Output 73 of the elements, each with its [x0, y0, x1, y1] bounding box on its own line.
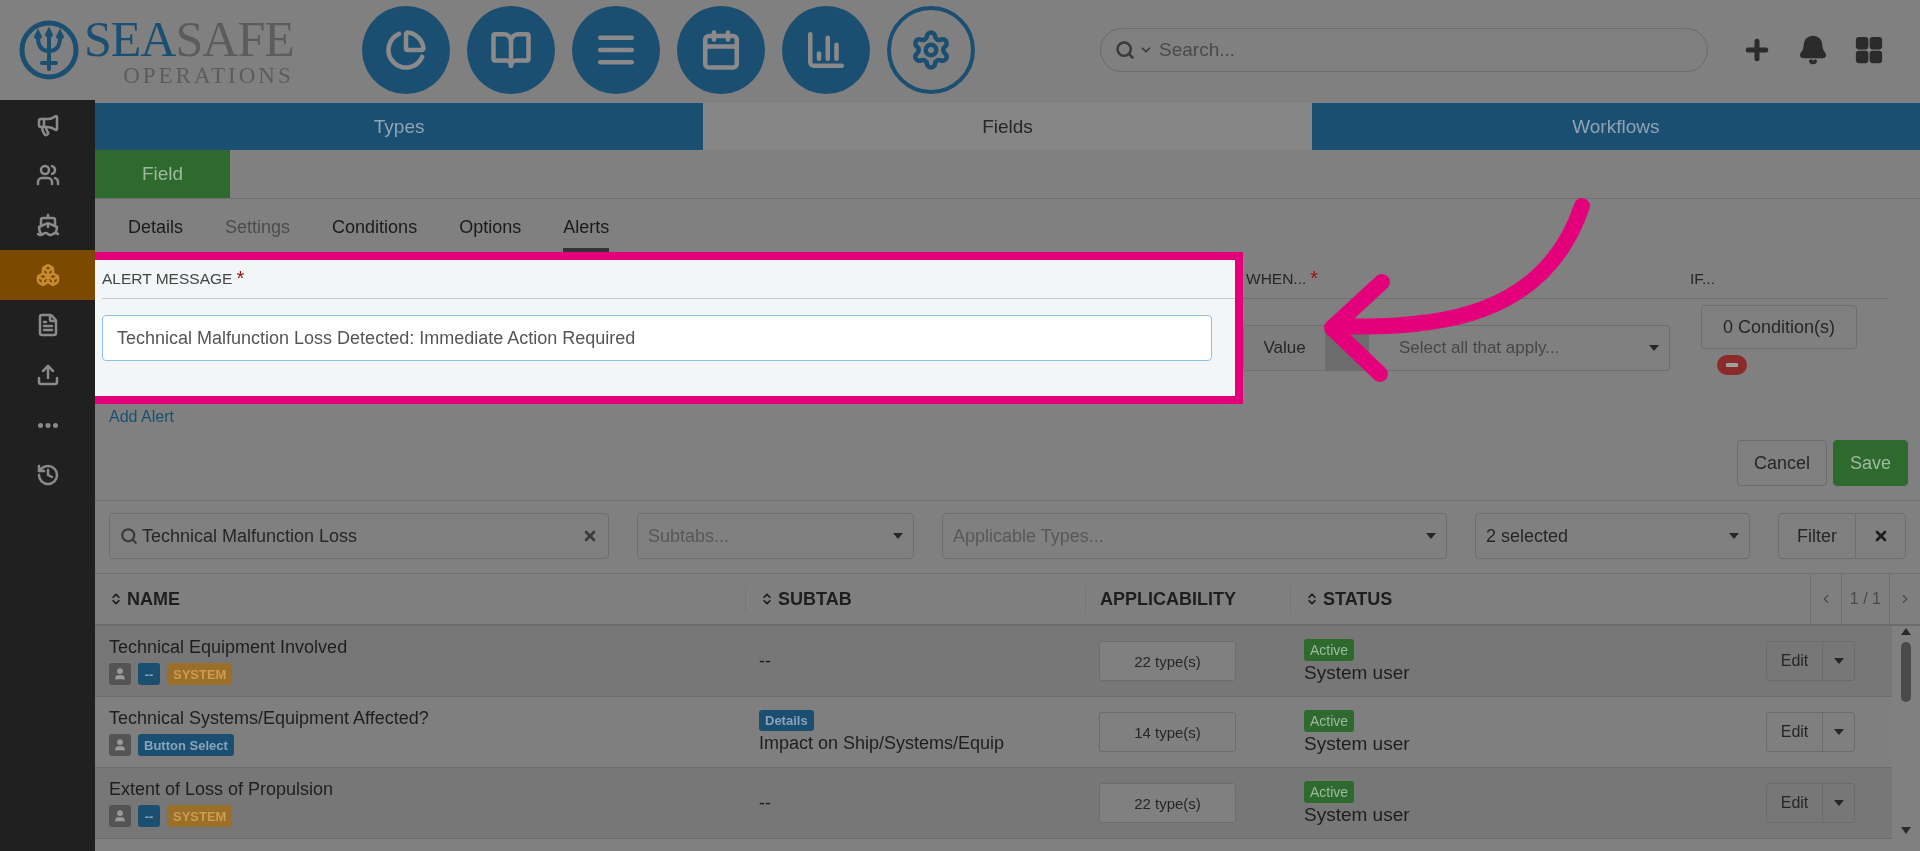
status-user: System user — [1304, 803, 1410, 826]
settings-icon — [910, 29, 952, 71]
type-tag: -- — [138, 805, 160, 827]
search-icon — [120, 527, 138, 545]
subtab-text: -- — [759, 792, 771, 814]
sort-icon — [109, 592, 123, 606]
field-name: Technical Equipment Involved — [109, 637, 349, 658]
caret-icon — [1426, 533, 1436, 539]
status-tag: Active — [1304, 780, 1355, 803]
status-user: System user — [1304, 661, 1410, 684]
subtab-text: -- — [759, 650, 771, 672]
conditions-button[interactable]: 0 Condition(s) — [1701, 305, 1857, 349]
calendar-icon — [700, 29, 742, 71]
ship-icon — [35, 213, 60, 237]
caret-icon — [893, 533, 903, 539]
subtab[interactable]: Options — [459, 217, 522, 252]
upload-icon — [35, 363, 60, 387]
history-icon — [35, 463, 60, 487]
boxes-icon — [35, 263, 60, 287]
clear-icon[interactable] — [582, 528, 598, 544]
status-tag: Active — [1304, 709, 1355, 732]
subtab-tag: Details — [759, 710, 814, 731]
trident-logo-icon — [18, 19, 80, 81]
bell-icon[interactable] — [1798, 35, 1828, 65]
tab[interactable]: Fields — [703, 103, 1312, 150]
alert-message-field[interactable]: Technical Malfunction Loss Detected: Immediate Action Required — [102, 315, 1212, 361]
bar-chart-icon — [805, 29, 847, 71]
grid-icon[interactable] — [1854, 35, 1884, 65]
search-icon — [1115, 40, 1135, 60]
type-tag: Button Select — [138, 734, 234, 756]
type-tag: -- — [138, 663, 160, 685]
column-header[interactable]: NAME — [95, 586, 745, 612]
status-select[interactable]: 2 selected — [1475, 513, 1750, 559]
column-label: WHEN... — [1246, 270, 1307, 288]
status-tag: Active — [1304, 638, 1355, 661]
types-button[interactable]: 22 type(s) — [1099, 641, 1236, 681]
caret-icon — [1833, 729, 1844, 735]
field-name: Technical Systems/Equipment Affected? — [109, 708, 430, 729]
tab[interactable]: Types — [95, 103, 704, 150]
save-button[interactable]: Save — [1832, 440, 1908, 486]
column-label: ALERT MESSAGE — [102, 270, 233, 288]
minus-icon — [1726, 363, 1738, 367]
scrollbar[interactable] — [1899, 626, 1913, 836]
cancel-button[interactable]: Cancel — [1736, 440, 1827, 486]
subtab[interactable]: Conditions — [332, 217, 418, 252]
sort-icon — [1305, 592, 1319, 606]
megaphone-icon — [35, 113, 60, 137]
remove-button[interactable] — [1717, 355, 1747, 375]
status-user: System user — [1304, 732, 1410, 755]
search-field[interactable]: Technical Malfunction Loss — [109, 513, 609, 559]
required-marker: * — [1310, 268, 1319, 288]
field-name: Extent of Loss of Propulsion — [109, 779, 335, 800]
sort-icon — [760, 592, 774, 606]
add-alert-link[interactable]: Add Alert — [109, 408, 174, 426]
users-icon — [35, 163, 60, 187]
column-label: IF... — [1690, 270, 1715, 288]
types-button[interactable]: 14 type(s) — [1099, 712, 1236, 752]
subtab-text: Impact on Ship/Systems/Equip — [759, 733, 1005, 754]
column-header[interactable]: SUBTAB — [745, 586, 1085, 612]
caret-icon — [1833, 800, 1844, 806]
required-marker: * — [236, 268, 245, 288]
caret-icon — [1833, 658, 1844, 664]
book-icon — [490, 29, 532, 71]
column-header[interactable]: APPLICABILITY — [1085, 586, 1290, 612]
more-icon — [37, 422, 58, 428]
subtab[interactable]: Details — [128, 217, 184, 252]
column-header[interactable]: STATUS — [1290, 586, 1750, 612]
field-button[interactable]: Field — [95, 150, 230, 198]
tab[interactable]: Workflows — [1311, 103, 1920, 150]
pie-chart-icon — [385, 29, 427, 71]
types-button[interactable]: 22 type(s) — [1099, 783, 1236, 823]
caret-icon — [1729, 533, 1739, 539]
sidebar-item[interactable] — [0, 250, 95, 300]
